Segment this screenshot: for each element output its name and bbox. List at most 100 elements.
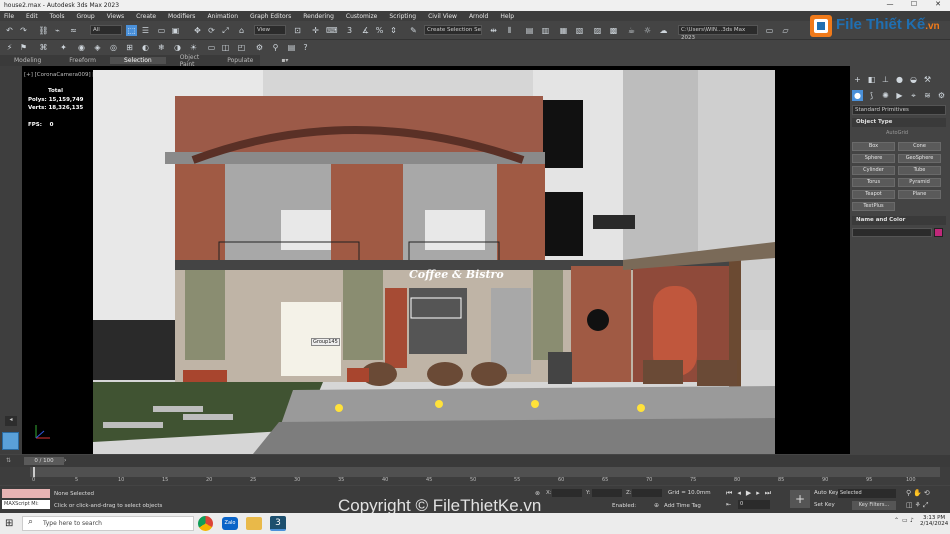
minimize-button[interactable]: —: [878, 0, 902, 8]
helpers-category-icon[interactable]: ⌖: [908, 90, 919, 101]
camera-render-view[interactable]: Coffee & Bistro Group145: [93, 70, 775, 454]
go-to-end-icon[interactable]: ⏭: [765, 489, 776, 497]
menu-animation[interactable]: Animation: [207, 13, 238, 20]
network-icon[interactable]: ▭: [902, 517, 908, 524]
file-explorer-icon[interactable]: [246, 517, 262, 530]
edit-named-sel-icon[interactable]: ✎: [408, 25, 419, 36]
teapot-button[interactable]: Teapot: [852, 190, 895, 199]
fov-icon[interactable]: ◫: [906, 501, 915, 509]
select-by-name-icon[interactable]: ☰: [140, 25, 151, 36]
mirror-icon[interactable]: ⇹: [488, 25, 499, 36]
volume-icon[interactable]: ♪: [910, 517, 914, 524]
scene-explorer-icon[interactable]: ⌘: [38, 42, 49, 53]
3dsmax-taskbar-icon[interactable]: 3: [270, 516, 286, 531]
shapes-icon[interactable]: ⟆: [866, 90, 877, 101]
set-key-big-icon[interactable]: +: [790, 490, 810, 508]
maxscript-listener-output[interactable]: [2, 489, 50, 498]
window-crossing-icon[interactable]: ▣: [170, 25, 181, 36]
menu-views[interactable]: Views: [107, 13, 124, 20]
menu-create[interactable]: Create: [136, 13, 156, 20]
systems-category-icon[interactable]: ⚙: [936, 90, 947, 101]
corona-tool-1-icon[interactable]: ▭: [206, 42, 217, 53]
percent-snap-icon[interactable]: %: [374, 25, 385, 36]
select-manipulate-icon[interactable]: ✛: [310, 25, 321, 36]
toggle-ribbon-icon[interactable]: ▥: [540, 25, 551, 36]
bind-spacewarp-icon[interactable]: ≈: [68, 25, 79, 36]
undo-icon[interactable]: ↶: [4, 25, 15, 36]
autogrid-checkbox[interactable]: AutoGrid: [886, 130, 908, 136]
menu-graph-editors[interactable]: Graph Editors: [250, 13, 291, 20]
selection-filter-dropdown[interactable]: All: [90, 25, 122, 35]
layer-explorer-icon[interactable]: ▤: [524, 25, 535, 36]
keyboard-shortcut-icon[interactable]: ⌨: [326, 25, 338, 36]
maximize-button[interactable]: ☐: [902, 0, 926, 8]
spinner-snap-icon[interactable]: ⇕: [388, 25, 399, 36]
tray-chevron-icon[interactable]: ⌃: [894, 517, 899, 524]
ribbon-options-icon[interactable]: ▪▾: [267, 57, 302, 64]
go-to-start-icon[interactable]: ⏮: [726, 489, 737, 497]
key-filters-button[interactable]: Key Filters...: [852, 501, 896, 510]
scroll-left-icon[interactable]: ◂: [5, 416, 17, 426]
clock[interactable]: 3:13 PM 2/14/2024: [920, 515, 948, 527]
schematic-view-icon[interactable]: ▦: [558, 25, 569, 36]
pyramid-button[interactable]: Pyramid: [898, 178, 941, 187]
align-icon[interactable]: ⫴: [504, 25, 515, 36]
named-selection-dropdown[interactable]: Create Selection Se: [424, 25, 482, 35]
render-icon[interactable]: ☕: [626, 25, 637, 36]
menu-edit[interactable]: Edit: [26, 13, 38, 20]
corona-tool-6-icon[interactable]: ▤: [286, 42, 297, 53]
snap-3d-icon[interactable]: 3: [344, 25, 355, 36]
render-iterative-icon[interactable]: ☼: [642, 25, 653, 36]
helpers-icon[interactable]: ◈: [92, 42, 103, 53]
sphere-button[interactable]: Sphere: [852, 154, 895, 163]
taskbar-search-input[interactable]: Type here to search: [22, 516, 194, 531]
geometry-icon[interactable]: ●: [852, 90, 863, 101]
tab-freeform[interactable]: Freeform: [55, 57, 110, 64]
tab-populate[interactable]: Populate: [213, 57, 267, 64]
geosphere-button[interactable]: GeoSphere: [898, 154, 941, 163]
hide-icon[interactable]: ◑: [172, 42, 183, 53]
zalo-icon[interactable]: Zalo: [222, 517, 238, 530]
unlink-icon[interactable]: ⌁: [52, 25, 63, 36]
menu-group[interactable]: Group: [76, 13, 94, 20]
select-object-icon[interactable]: ⬚: [126, 25, 137, 36]
workspace-path-dropdown[interactable]: C:\Users\WIN...3ds Max 2023: [678, 25, 758, 41]
orbit-icon[interactable]: ⟲: [924, 489, 932, 497]
scale-icon[interactable]: ⤢: [220, 25, 231, 36]
menu-civil-view[interactable]: Civil View: [428, 13, 457, 20]
utilities-tab-icon[interactable]: ⚒: [922, 74, 933, 85]
help-icon[interactable]: ?: [300, 42, 311, 53]
isolate-icon[interactable]: ◐: [140, 42, 151, 53]
next-frame-icon[interactable]: ›: [64, 457, 66, 464]
lights-icon[interactable]: ✦: [58, 42, 69, 53]
primitive-type-dropdown[interactable]: Standard Primitives: [852, 105, 946, 115]
plane-button[interactable]: Plane: [898, 190, 941, 199]
time-slider-thumb[interactable]: 0 / 100: [24, 457, 64, 465]
modify-tab-icon[interactable]: ◧: [866, 74, 877, 85]
select-toggle-icon[interactable]: ⚑: [18, 42, 29, 53]
chrome-icon[interactable]: [198, 516, 213, 531]
menu-help[interactable]: Help: [500, 13, 514, 20]
angle-snap-icon[interactable]: ∡: [360, 25, 371, 36]
object-type-header[interactable]: Object Type: [852, 118, 946, 127]
cameras-icon[interactable]: ◉: [76, 42, 87, 53]
x-coordinate-field[interactable]: [552, 489, 582, 497]
key-mode-icon[interactable]: ⇤: [726, 501, 731, 508]
cone-button[interactable]: Cone: [898, 142, 941, 151]
auto-key-button[interactable]: Auto Key: [814, 490, 839, 496]
open-folder-icon[interactable]: ▱: [780, 25, 791, 36]
prev-frame-icon[interactable]: ◂: [737, 489, 746, 497]
windows-start-icon[interactable]: ⊞: [5, 518, 13, 529]
key-set-dropdown[interactable]: Selected: [838, 489, 896, 498]
corona-tool-3-icon[interactable]: ◰: [236, 42, 247, 53]
tube-button[interactable]: Tube: [898, 166, 941, 175]
tab-modeling[interactable]: Modeling: [0, 57, 55, 64]
hierarchy-tab-icon[interactable]: ⊥: [880, 74, 891, 85]
next-frame-button-icon[interactable]: ▸: [756, 489, 765, 497]
redo-icon[interactable]: ↷: [18, 25, 29, 36]
menu-customize[interactable]: Customize: [346, 13, 378, 20]
walkthrough-icon[interactable]: ⚘: [915, 501, 923, 509]
menu-tools[interactable]: Tools: [50, 13, 65, 20]
current-frame-field[interactable]: 0: [738, 500, 770, 509]
light-lister-icon[interactable]: ☀: [188, 42, 199, 53]
